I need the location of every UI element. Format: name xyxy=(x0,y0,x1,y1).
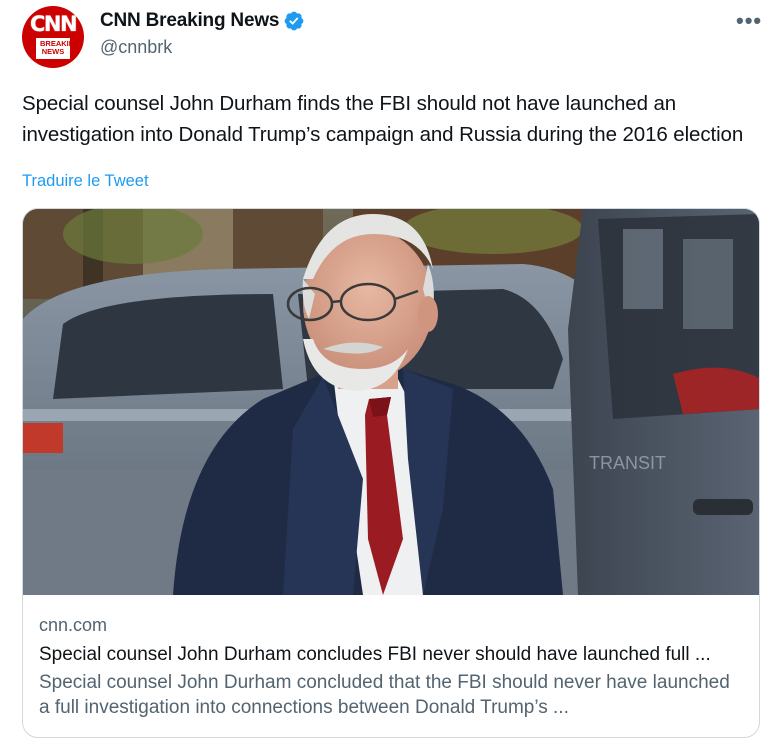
author-handle[interactable]: @cnnbrk xyxy=(100,37,172,58)
author-name-row: CNN Breaking News xyxy=(100,10,305,32)
card-title[interactable]: Special counsel John Durham concludes FB… xyxy=(39,640,744,670)
avatar-logo-subtext: BREAKING NEWS xyxy=(36,37,80,59)
more-options-icon[interactable]: ••• xyxy=(736,10,762,32)
tweet-text: Special counsel John Durham finds the FB… xyxy=(22,92,744,146)
van-emblem: TRANSIT xyxy=(589,453,666,473)
avatar-logo-text: CNN xyxy=(29,11,78,36)
link-preview-card[interactable]: TRANSIT cnn.com Special counsel John Dur… xyxy=(22,208,760,738)
avatar[interactable]: CNN BREAKING NEWS xyxy=(22,6,84,68)
card-meta: cnn.com Special counsel John Durham conc… xyxy=(39,613,749,720)
card-description: Special counsel John Durham concluded th… xyxy=(39,672,730,718)
author-display-name[interactable]: CNN Breaking News xyxy=(100,10,279,32)
verified-badge-icon xyxy=(284,11,304,31)
card-photo[interactable]: TRANSIT xyxy=(23,209,760,595)
translate-tweet-link[interactable]: Traduire le Tweet xyxy=(22,172,149,191)
card-domain: cnn.com xyxy=(39,615,108,635)
